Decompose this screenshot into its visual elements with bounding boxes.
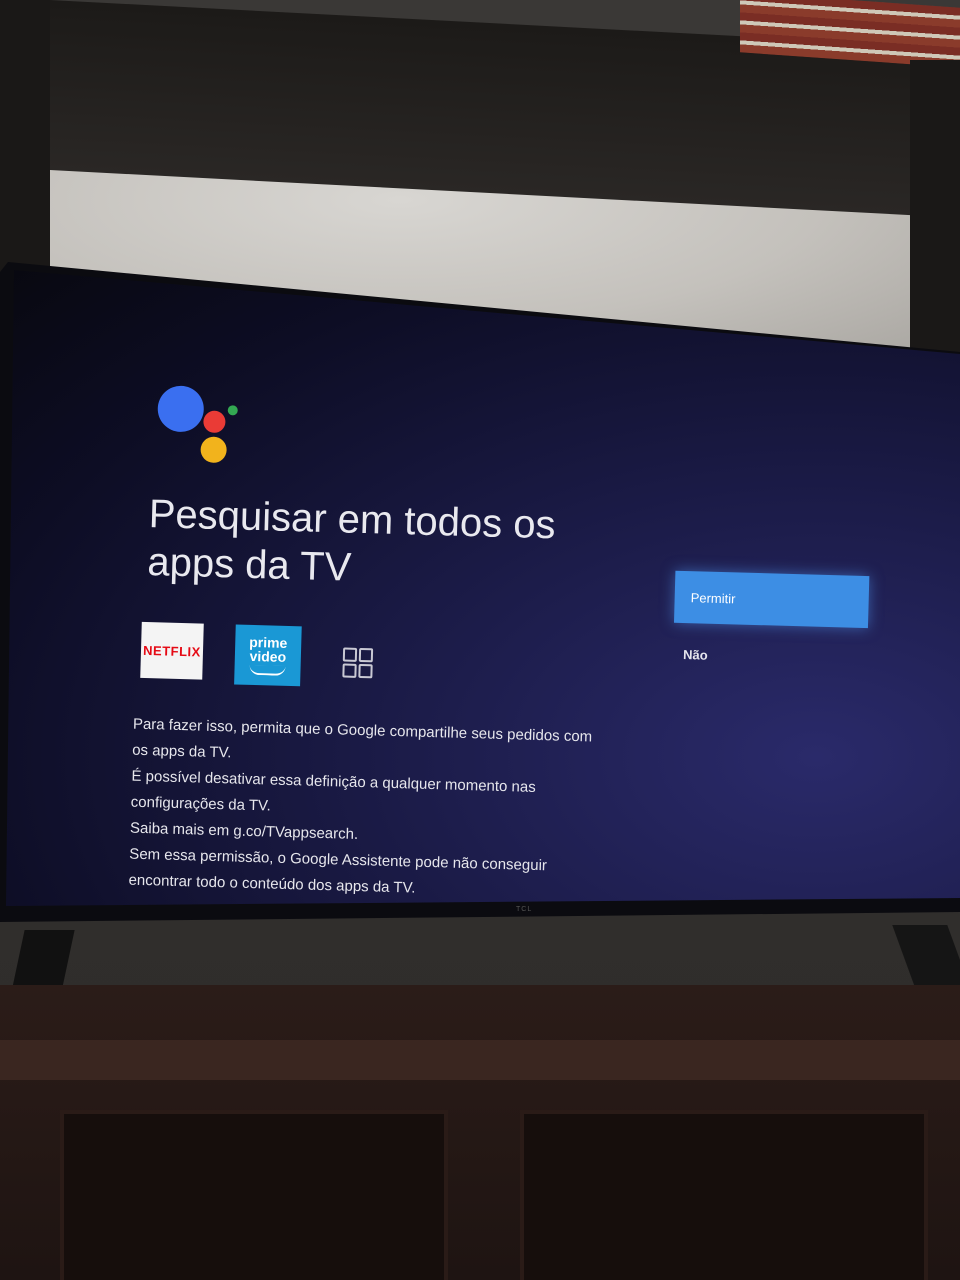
assistant-yellow-dot — [200, 436, 227, 464]
app-icons-row: NETFLIX prime video — [140, 621, 392, 691]
cabinet-edge — [0, 1040, 960, 1080]
assistant-blue-dot — [157, 385, 205, 433]
grid-cell — [342, 647, 358, 662]
page-title: Pesquisar em todos os apps da TV — [147, 490, 590, 598]
grid-cell — [342, 663, 357, 678]
title-line-1: Pesquisar em todos os — [148, 492, 557, 548]
prime-video-icon: prime video — [234, 624, 302, 687]
grid-cell — [358, 647, 374, 663]
google-assistant-icon — [156, 385, 248, 467]
prime-smile-icon — [249, 664, 286, 676]
video-label: video — [249, 647, 287, 665]
title-line-2: apps da TV — [146, 540, 352, 590]
apps-grid-icon — [342, 647, 374, 679]
description-text: Para fazer isso, permita que o Google co… — [128, 712, 613, 907]
photo-scene: TCL Pesquisar em todos os apps da TV NET… — [0, 0, 960, 1280]
netflix-label: NETFLIX — [142, 642, 202, 660]
assistant-green-dot — [227, 405, 238, 416]
netflix-icon: NETFLIX — [140, 621, 204, 680]
assistant-red-dot — [203, 410, 226, 434]
allow-button[interactable]: Permitir — [673, 570, 870, 629]
cabinet-door-left — [60, 1110, 448, 1280]
cabinet-door-right — [520, 1110, 928, 1280]
deny-button[interactable]: Não — [683, 647, 708, 663]
grid-cell — [358, 663, 373, 679]
